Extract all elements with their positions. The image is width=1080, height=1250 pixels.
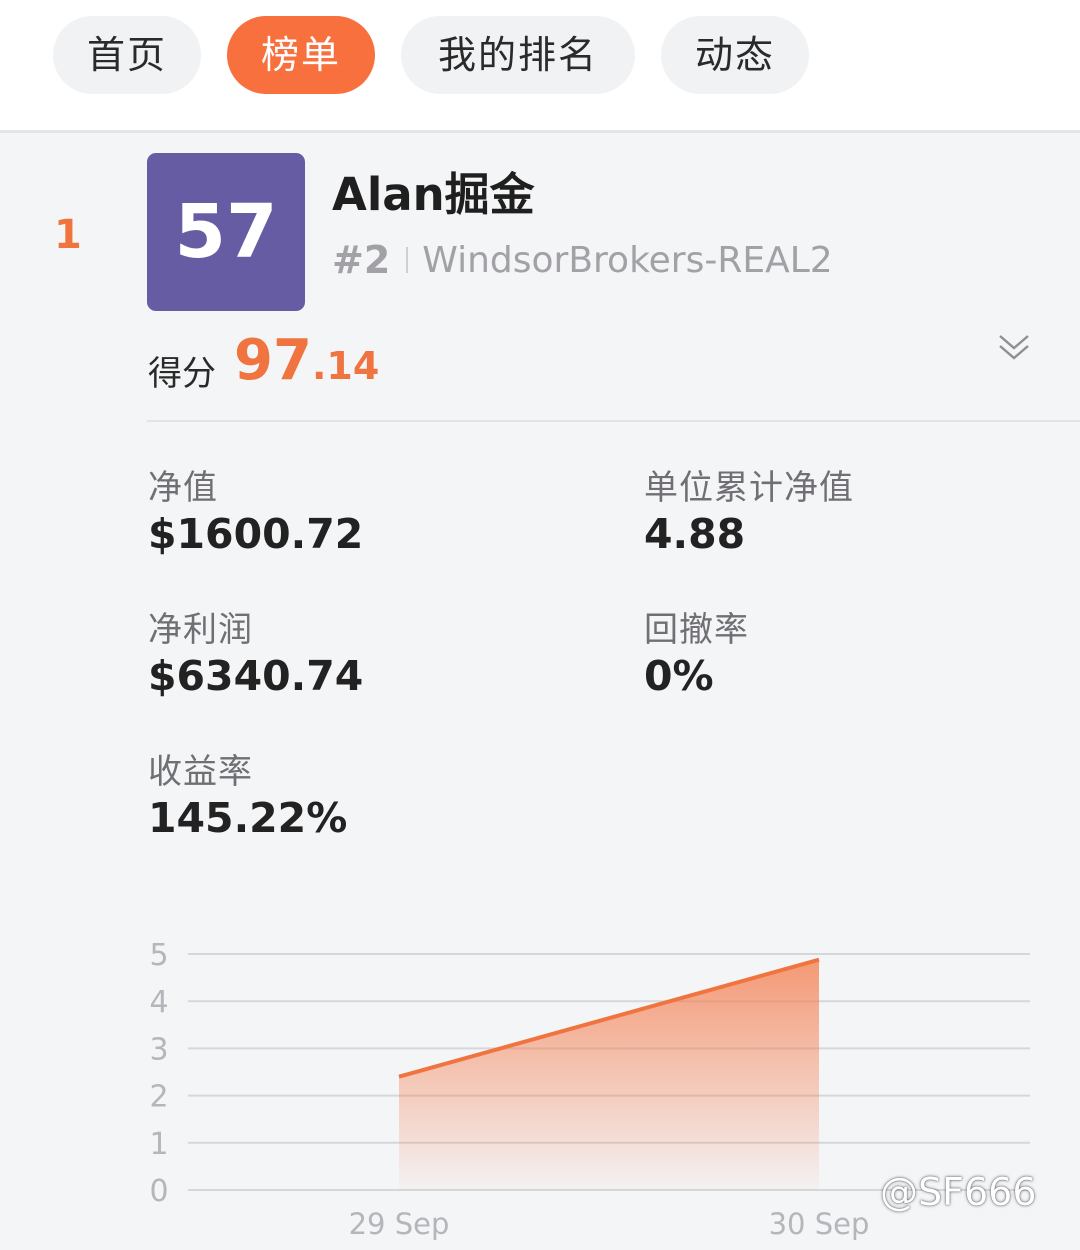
tab-home[interactable]: 首页 — [53, 16, 201, 94]
server-info: #2 WindsorBrokers-REAL2 — [332, 236, 833, 284]
drawdown-label: 回撤率 — [644, 610, 749, 650]
area-fill — [399, 959, 819, 1190]
tab-my-ranking[interactable]: 我的排名 — [401, 16, 635, 94]
y-tick-label-2: 2 — [149, 1080, 168, 1115]
return-rate-value: 145.22% — [148, 794, 348, 842]
x-tick-label-1: 30 Sep — [769, 1207, 870, 1241]
unit-nav-label: 单位累计净值 — [644, 468, 854, 508]
separator — [406, 247, 409, 273]
score-fraction: .14 — [311, 344, 380, 388]
leaderboard-page: 首页 榜单 我的排名 动态 1 57 Alan掘金 #2 WindsorBrok… — [0, 0, 1080, 1250]
score-integer: 97 — [234, 328, 312, 393]
return-rate-label: 收益率 — [148, 752, 253, 792]
score-value: 97.14 — [234, 328, 379, 393]
net-profit-value: $6340.74 — [148, 652, 364, 700]
tab-leaderboard[interactable]: 榜单 — [227, 16, 375, 94]
drawdown-value: 0% — [644, 652, 714, 700]
rank-number: 1 — [54, 212, 82, 258]
y-tick-label-3: 3 — [149, 1032, 168, 1067]
server-rank: #2 — [332, 238, 391, 282]
y-tick-label-5: 5 — [149, 938, 168, 973]
y-tick-label-1: 1 — [149, 1127, 168, 1162]
score-badge[interactable]: 57 — [147, 153, 305, 311]
equity-label: 净值 — [148, 468, 218, 508]
account-name[interactable]: Alan掘金 — [332, 158, 535, 223]
chevron-double-down-icon[interactable] — [996, 330, 1032, 366]
equity-value: $1600.72 — [148, 510, 364, 558]
divider — [147, 420, 1080, 422]
server-name: WindsorBrokers-REAL2 — [422, 239, 833, 281]
tab-activity[interactable]: 动态 — [661, 16, 809, 94]
unit-nav-value: 4.88 — [644, 510, 746, 558]
y-tick-label-0: 0 — [149, 1174, 168, 1209]
top-tab-bar: 首页 榜单 我的排名 动态 — [0, 0, 1080, 133]
net-profit-label: 净利润 — [148, 610, 253, 650]
watermark: @SF666 — [880, 1170, 1037, 1214]
score-label: 得分 — [148, 354, 216, 394]
y-tick-label-4: 4 — [149, 985, 168, 1020]
x-tick-label-0: 29 Sep — [349, 1207, 450, 1241]
